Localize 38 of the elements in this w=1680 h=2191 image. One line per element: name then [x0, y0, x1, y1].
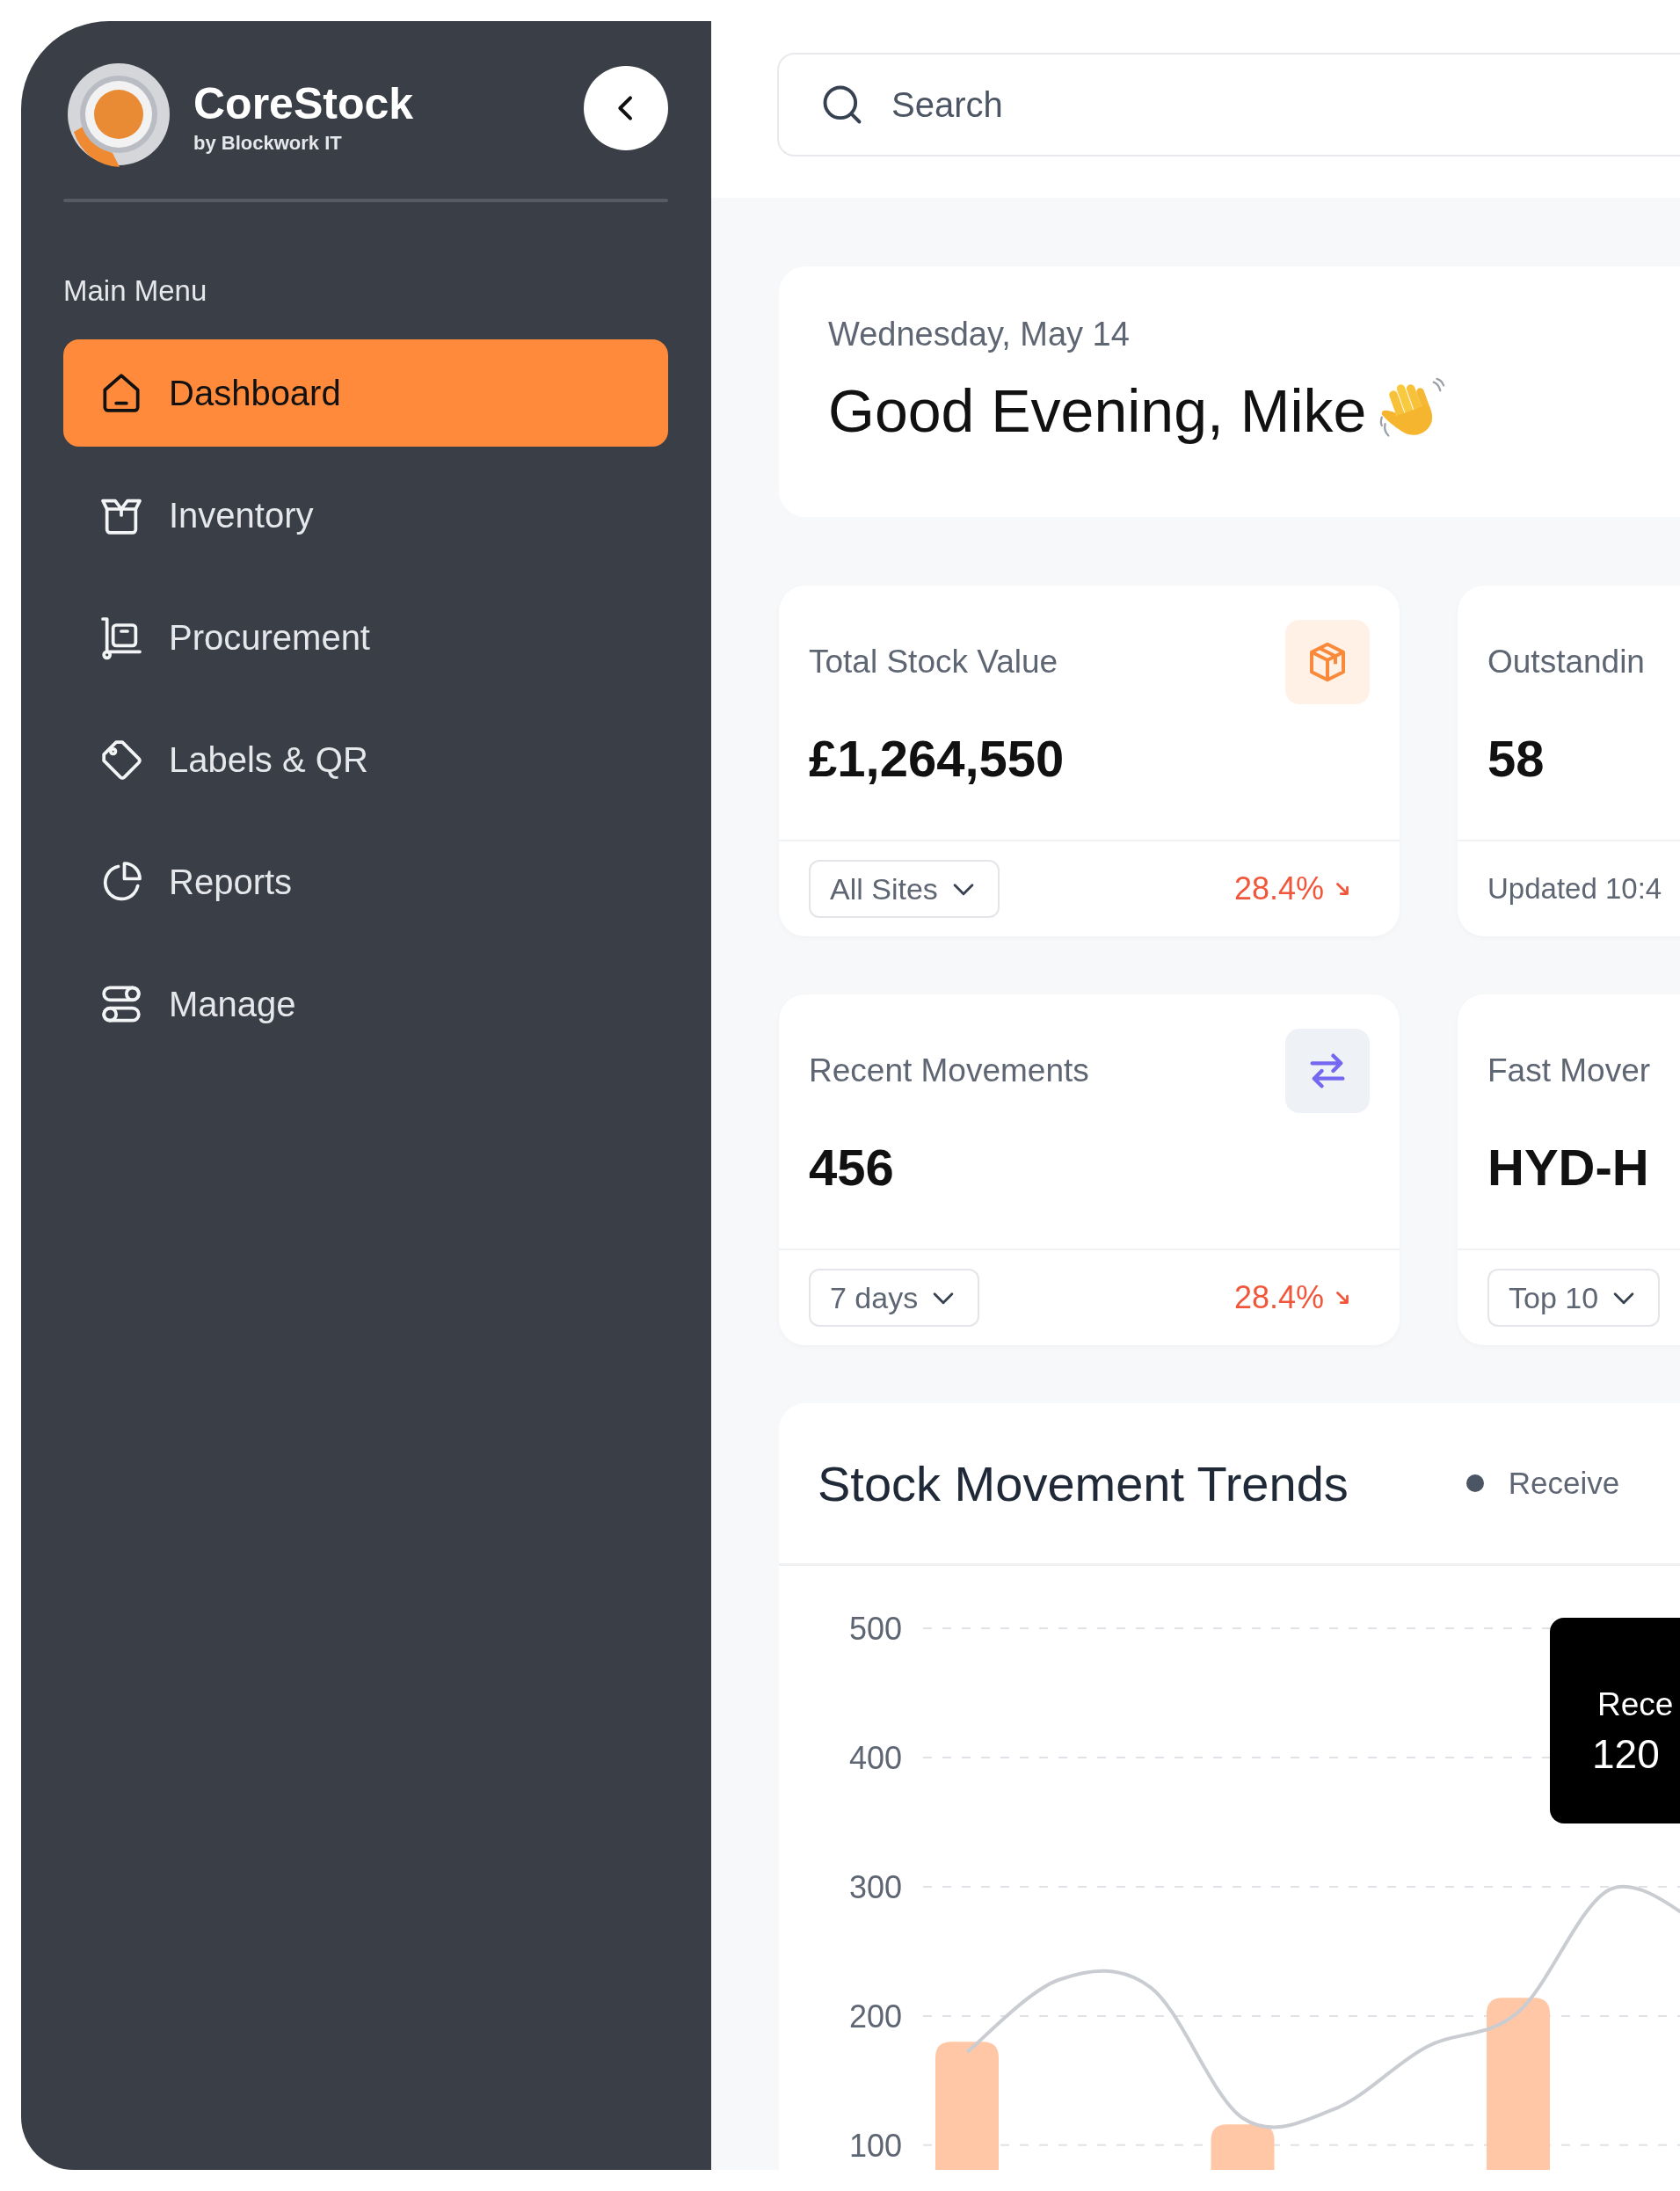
- tick-label: 500: [848, 1611, 902, 1647]
- filter-dropdown[interactable]: All Sites: [809, 860, 1000, 918]
- nav-item[interactable]: Dashboard: [63, 339, 668, 447]
- tooltip-label: Rece: [1597, 1686, 1675, 1723]
- filter-dropdown[interactable]: 7 days: [809, 1269, 980, 1327]
- chart-title: Stock Movement Trends: [818, 1454, 1349, 1512]
- card-value: 456: [809, 1138, 895, 1197]
- brand-tagline: by Blockwork IT: [193, 131, 343, 155]
- card-value: £1,264,550: [809, 729, 1065, 788]
- section-label: Main Menu: [63, 274, 208, 308]
- updated-note: Updated 10:4: [1487, 872, 1662, 906]
- card-value: HYD-H: [1487, 1138, 1650, 1197]
- search-field[interactable]: Search: [777, 53, 1680, 156]
- change-percent: 28.4%: [1233, 870, 1324, 907]
- change-percent: 28.4%: [1233, 1279, 1324, 1316]
- tick-label: 100: [848, 2127, 902, 2164]
- legend-dot: [1465, 1474, 1484, 1492]
- tooltip-value: 120: [1592, 1730, 1661, 1778]
- swap-arrows-icon: [1285, 1029, 1370, 1113]
- tick-label: 400: [848, 1739, 902, 1776]
- nav-item[interactable]: Reports: [63, 828, 668, 935]
- tick-label: 200: [848, 1998, 902, 2034]
- card-title: Outstandin: [1487, 644, 1645, 681]
- nav-item[interactable]: Manage: [63, 950, 668, 1058]
- greeting-text: Good Evening, Mike: [828, 376, 1367, 445]
- card-title: Total Stock Value: [809, 644, 1058, 681]
- filter-dropdown[interactable]: Top 10: [1487, 1269, 1661, 1327]
- nav-item[interactable]: Procurement: [63, 584, 668, 691]
- card-title: Recent Movements: [809, 1052, 1089, 1089]
- card-title: Fast Mover: [1487, 1052, 1651, 1089]
- brand-name: CoreStock: [193, 79, 415, 128]
- legend-label: Receive: [1508, 1466, 1620, 1501]
- nav-item[interactable]: Labels & QR: [63, 706, 668, 813]
- cube-icon: [1285, 620, 1370, 704]
- nav-item[interactable]: Inventory: [63, 462, 668, 569]
- tick-label: 300: [848, 1868, 902, 1905]
- date-text: Wednesday, May 14: [828, 316, 1131, 353]
- card-value: 58: [1487, 729, 1545, 788]
